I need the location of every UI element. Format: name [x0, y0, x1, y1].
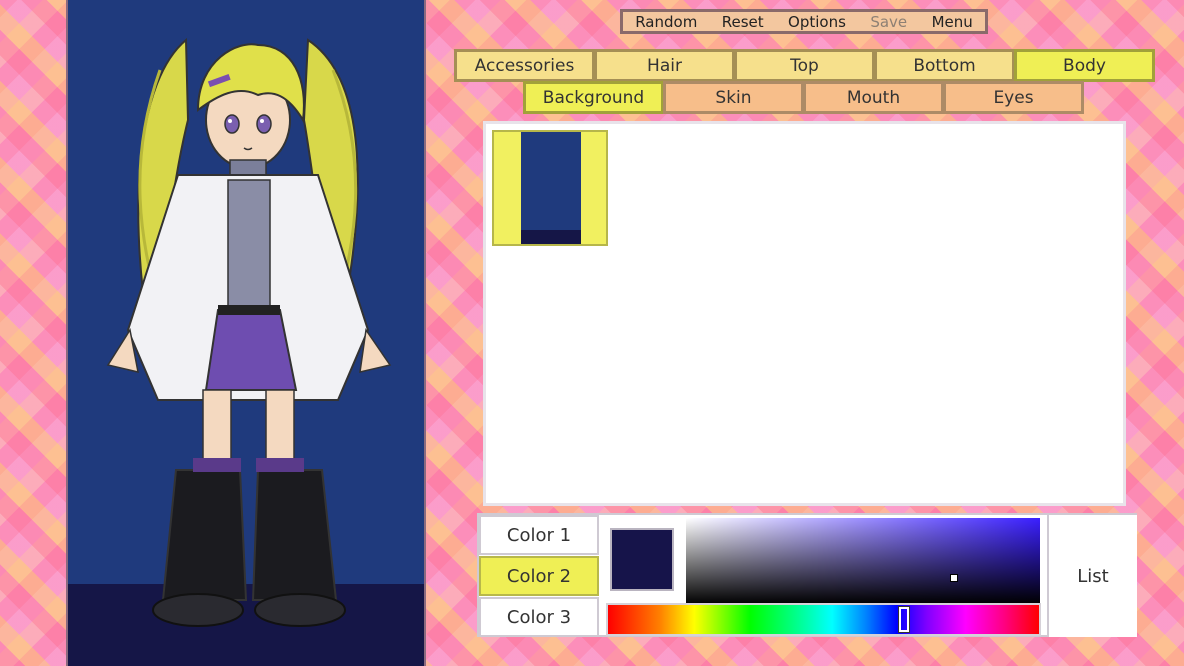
- color-3-button[interactable]: Color 3: [479, 597, 599, 637]
- character-preview: [66, 0, 426, 666]
- color-picker-marker[interactable]: [950, 574, 958, 582]
- tab-hair[interactable]: Hair: [594, 49, 735, 82]
- list-button[interactable]: List: [1047, 515, 1137, 637]
- save-button[interactable]: Save: [868, 13, 909, 31]
- color-1-button[interactable]: Color 1: [479, 515, 599, 555]
- tab-bottom[interactable]: Bottom: [874, 49, 1015, 82]
- tab-accessories[interactable]: Accessories: [454, 49, 595, 82]
- hue-slider[interactable]: [606, 603, 1041, 636]
- current-color-swatch: [610, 528, 674, 591]
- tab-eyes[interactable]: Eyes: [943, 81, 1084, 114]
- color-2-button[interactable]: Color 2: [479, 556, 599, 596]
- tab-background[interactable]: Background: [523, 81, 664, 114]
- random-button[interactable]: Random: [633, 13, 699, 31]
- menu-button[interactable]: Menu: [930, 13, 975, 31]
- item-grid-panel: [483, 121, 1126, 506]
- tab-skin[interactable]: Skin: [663, 81, 804, 114]
- color-panel: Color 1 Color 2 Color 3 List: [477, 513, 1137, 637]
- top-menu-bar: Random Reset Options Save Menu: [620, 9, 988, 34]
- hue-slider-handle[interactable]: [899, 607, 909, 632]
- options-button[interactable]: Options: [786, 13, 848, 31]
- reset-button[interactable]: Reset: [720, 13, 766, 31]
- character-illustration: [106, 37, 392, 627]
- background-thumbnail-image: [521, 132, 581, 244]
- tab-top[interactable]: Top: [734, 49, 875, 82]
- tab-mouth[interactable]: Mouth: [803, 81, 944, 114]
- background-thumbnail-floor: [521, 230, 581, 244]
- saturation-value-picker[interactable]: [686, 518, 1040, 604]
- tab-body[interactable]: Body: [1014, 49, 1155, 82]
- background-option-thumbnail[interactable]: [492, 130, 608, 246]
